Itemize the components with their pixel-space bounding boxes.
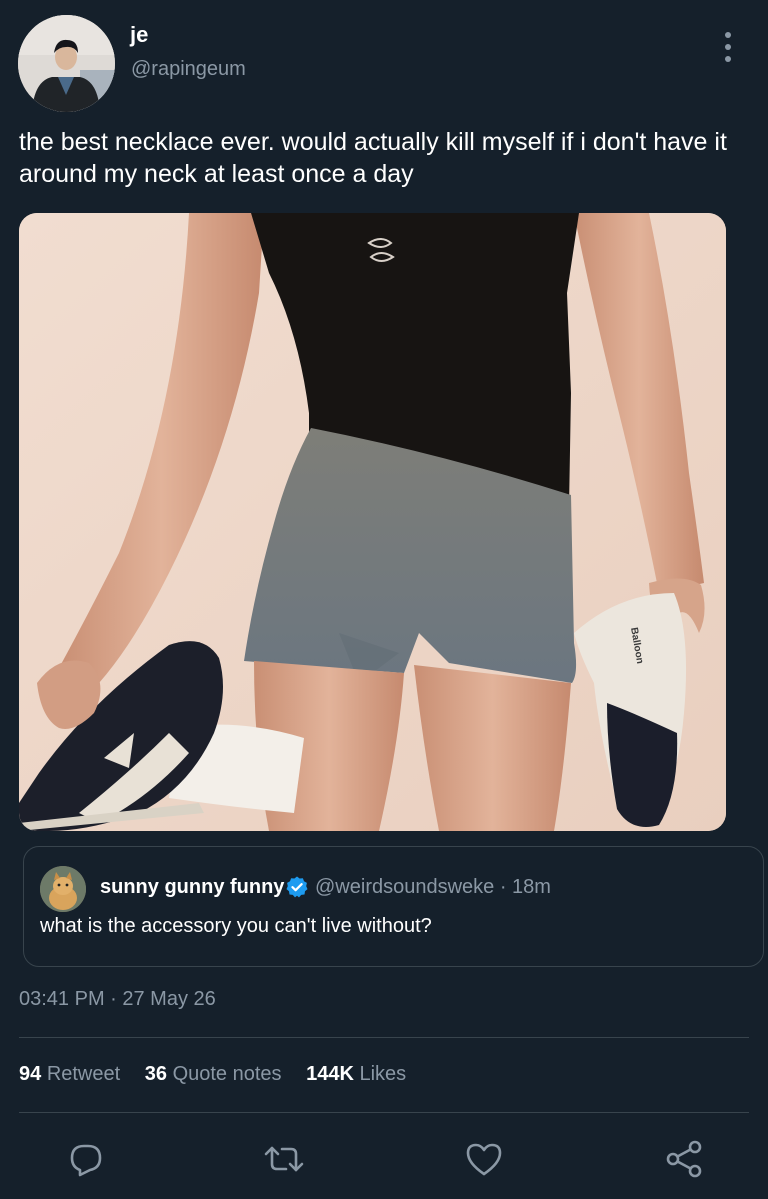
likes-stat[interactable]: 144K Likes (306, 1063, 406, 1085)
quote-label: Quote notes (172, 1063, 282, 1085)
retweet-icon (264, 1146, 304, 1172)
retweet-count: 94 (19, 1063, 42, 1085)
author-handle[interactable]: @rapingeum (131, 58, 246, 81)
likes-label: Likes (359, 1063, 407, 1085)
quote-count: 36 (144, 1063, 167, 1085)
author-avatar[interactable] (18, 15, 115, 112)
divider (19, 1112, 749, 1113)
quote-author-avatar[interactable] (40, 866, 86, 912)
like-icon (466, 1143, 502, 1176)
quote-author-name[interactable]: sunny gunny funny (100, 876, 284, 899)
reply-button[interactable] (64, 1137, 108, 1181)
quote-text: what is the accessory you can't live wit… (40, 915, 432, 937)
retweet-label: Retweet (46, 1063, 121, 1085)
quoted-tweet-card[interactable]: sunny gunny funny @weirdsoundsweke · 18m… (23, 846, 764, 967)
tweet-text: the best necklace ever. would actually k… (19, 128, 727, 188)
quote-stat[interactable]: 36 Quote notes (145, 1063, 282, 1085)
more-vertical-icon[interactable] (718, 32, 738, 62)
quote-handle-time: @weirdsoundsweke · 18m (315, 876, 551, 898)
divider (19, 1037, 749, 1038)
like-button[interactable] (462, 1137, 506, 1181)
retweet-stat[interactable]: 94 Retweet (19, 1063, 120, 1085)
retweet-button[interactable] (262, 1137, 306, 1181)
share-button[interactable] (662, 1137, 706, 1181)
share-icon (666, 1140, 702, 1178)
author-display-name[interactable]: je (130, 22, 148, 48)
engagement-stats: 94 Retweet 36 Quote notes 144K Likes (19, 1063, 425, 1086)
reply-icon (70, 1144, 102, 1177)
verified-icon (286, 876, 308, 898)
tweet-timestamp[interactable]: 03:41 PM · 27 May 26 (19, 988, 216, 1011)
likes-count: 144K (306, 1063, 354, 1085)
tweet-media-image[interactable]: Balloon (19, 213, 726, 831)
